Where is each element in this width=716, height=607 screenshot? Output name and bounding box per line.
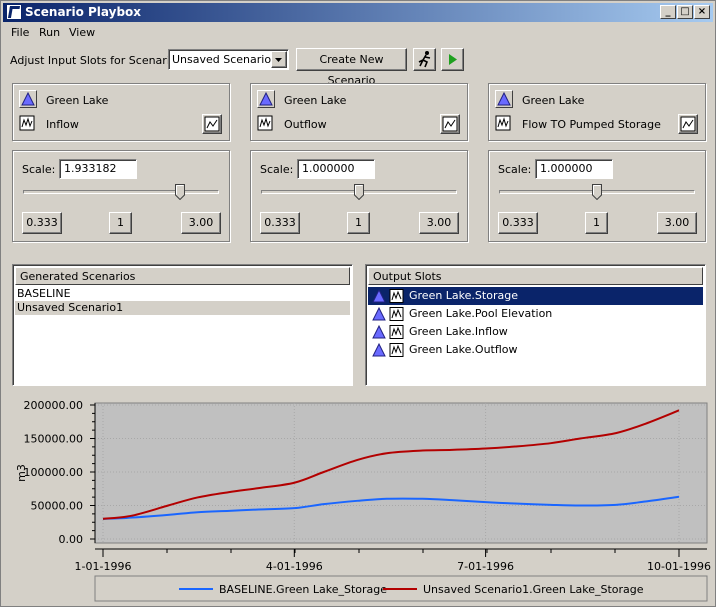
scale-max-button[interactable]: 3.00 <box>419 212 459 234</box>
runner-icon[interactable] <box>413 48 436 71</box>
x-tick-label: 1-01-1996 <box>75 560 132 573</box>
output-slot-label: Green Lake.Pool Elevation <box>409 307 553 320</box>
plot-slot-icon[interactable] <box>440 114 460 134</box>
series-slot-icon <box>257 115 275 133</box>
plot-area <box>94 402 708 544</box>
menu-file[interactable]: File <box>11 26 29 39</box>
title-bar: Scenario Playbox _ □ × <box>3 3 713 22</box>
y-tick-label: 50000.00 <box>31 500 84 513</box>
slot-object-label: Green Lake <box>522 94 585 107</box>
menu-view[interactable]: View <box>69 26 95 39</box>
storage-chart: 0.0050000.00100000.00150000.00200000.00 … <box>15 399 711 602</box>
generated-scenarios-header: Generated Scenarios <box>15 267 350 285</box>
y-tick-label: 200000.00 <box>24 399 84 412</box>
slot-name-label: Flow TO Pumped Storage <box>522 118 661 131</box>
scale-slider-thumb[interactable] <box>354 184 364 201</box>
scenario-playbox-window: Scenario Playbox _ □ × File Run View Adj… <box>0 0 716 607</box>
list-item[interactable]: Green Lake.Outflow <box>368 341 703 359</box>
scale-min-button[interactable]: 0.333 <box>498 212 538 234</box>
scale-min-button[interactable]: 0.333 <box>22 212 62 234</box>
scale-reset-button[interactable]: 1 <box>109 212 132 234</box>
maximize-button[interactable]: □ <box>677 5 693 19</box>
scale-panel-3: Scale: 1.000000 0.333 1 3.00 <box>488 150 706 242</box>
scale-max-button[interactable]: 3.00 <box>181 212 221 234</box>
scale-input[interactable]: 1.000000 <box>297 159 375 179</box>
scale-panel-1: Scale: 1.933182 0.333 1 3.00 <box>12 150 230 242</box>
chevron-down-icon[interactable] <box>271 51 287 68</box>
y-tick-label: 150000.00 <box>24 433 84 446</box>
window-title: Scenario Playbox <box>25 5 142 19</box>
output-slot-label: Green Lake.Inflow <box>409 325 508 338</box>
reservoir-icon <box>495 90 513 108</box>
generated-scenarios-list: Generated Scenarios BASELINE Unsaved Sce… <box>12 264 353 386</box>
y-tick-label: 100000.00 <box>24 466 84 479</box>
reservoir-icon <box>19 90 37 108</box>
scale-slider-track[interactable] <box>23 190 219 194</box>
series-slot-icon <box>495 115 513 133</box>
slot-name-label: Inflow <box>46 118 79 131</box>
y-axis-label: m3 <box>15 464 28 482</box>
output-slots-list: Output Slots Green Lake.Storage Green La… <box>365 264 706 386</box>
y-tick-label: 0.00 <box>59 533 84 546</box>
x-axis: 1-01-1996 4-01-1996 7-01-1996 10-01-1996 <box>75 548 711 573</box>
list-item[interactable]: Unsaved Scenario1 <box>15 301 350 315</box>
plot-slot-icon[interactable] <box>678 114 698 134</box>
output-slot-label: Green Lake.Outflow <box>409 343 518 356</box>
x-tick-label: 7-01-1996 <box>457 560 514 573</box>
app-icon <box>6 4 22 20</box>
scale-min-button[interactable]: 0.333 <box>260 212 300 234</box>
minimize-button[interactable]: _ <box>660 5 676 19</box>
scale-slider-thumb[interactable] <box>174 184 185 201</box>
reservoir-icon <box>257 90 275 108</box>
slot-object-label: Green Lake <box>284 94 347 107</box>
legend-label: Unsaved Scenario1.Green Lake_Storage <box>423 583 644 596</box>
scale-input[interactable]: 1.000000 <box>535 159 613 179</box>
plot-slot-icon[interactable] <box>202 114 222 134</box>
input-slot-panel-2: Green Lake Outflow <box>250 83 468 141</box>
output-slots-header: Output Slots <box>368 267 703 285</box>
adjust-label: Adjust Input Slots for Scenario: <box>10 54 181 67</box>
scale-label: Scale: <box>498 163 532 176</box>
scale-slider-thumb[interactable] <box>592 184 602 201</box>
list-item[interactable]: BASELINE <box>15 287 350 301</box>
close-button[interactable]: × <box>694 5 710 19</box>
reservoir-icon <box>372 307 404 321</box>
menu-bar: File Run View <box>3 23 713 41</box>
input-slot-panel-1: Green Lake Inflow <box>12 83 230 141</box>
output-slot-label: Green Lake.Storage <box>409 289 518 302</box>
reservoir-icon <box>372 325 404 339</box>
scale-reset-button[interactable]: 1 <box>347 212 370 234</box>
input-slot-panel-3: Green Lake Flow TO Pumped Storage <box>488 83 706 141</box>
reservoir-icon <box>372 289 404 303</box>
list-item[interactable]: Green Lake.Inflow <box>368 323 703 341</box>
scenario-select[interactable]: Unsaved Scenario1 <box>168 49 289 70</box>
play-icon[interactable] <box>441 48 464 71</box>
reservoir-icon <box>372 343 404 357</box>
legend-label: BASELINE.Green Lake_Storage <box>219 583 387 596</box>
scale-input[interactable]: 1.933182 <box>59 159 137 179</box>
scale-panel-2: Scale: 1.000000 0.333 1 3.00 <box>250 150 468 242</box>
slot-name-label: Outflow <box>284 118 327 131</box>
x-tick-label: 4-01-1996 <box>266 560 323 573</box>
x-tick-label: 10-01-1996 <box>647 560 711 573</box>
menu-run[interactable]: Run <box>39 26 60 39</box>
create-new-scenario-button[interactable]: Create New Scenario <box>296 48 407 87</box>
slot-object-label: Green Lake <box>46 94 109 107</box>
scale-reset-button[interactable]: 1 <box>585 212 608 234</box>
list-item[interactable]: Green Lake.Pool Elevation <box>368 305 703 323</box>
list-item[interactable]: Green Lake.Storage <box>368 287 703 305</box>
scale-label: Scale: <box>22 163 56 176</box>
scale-label: Scale: <box>260 163 294 176</box>
scale-max-button[interactable]: 3.00 <box>657 212 697 234</box>
y-axis: 0.00 50000.00 100000.00 150000.00 200000.00 <box>24 399 96 546</box>
scenario-select-value: Unsaved Scenario1 <box>172 53 279 66</box>
series-slot-icon <box>19 115 37 133</box>
